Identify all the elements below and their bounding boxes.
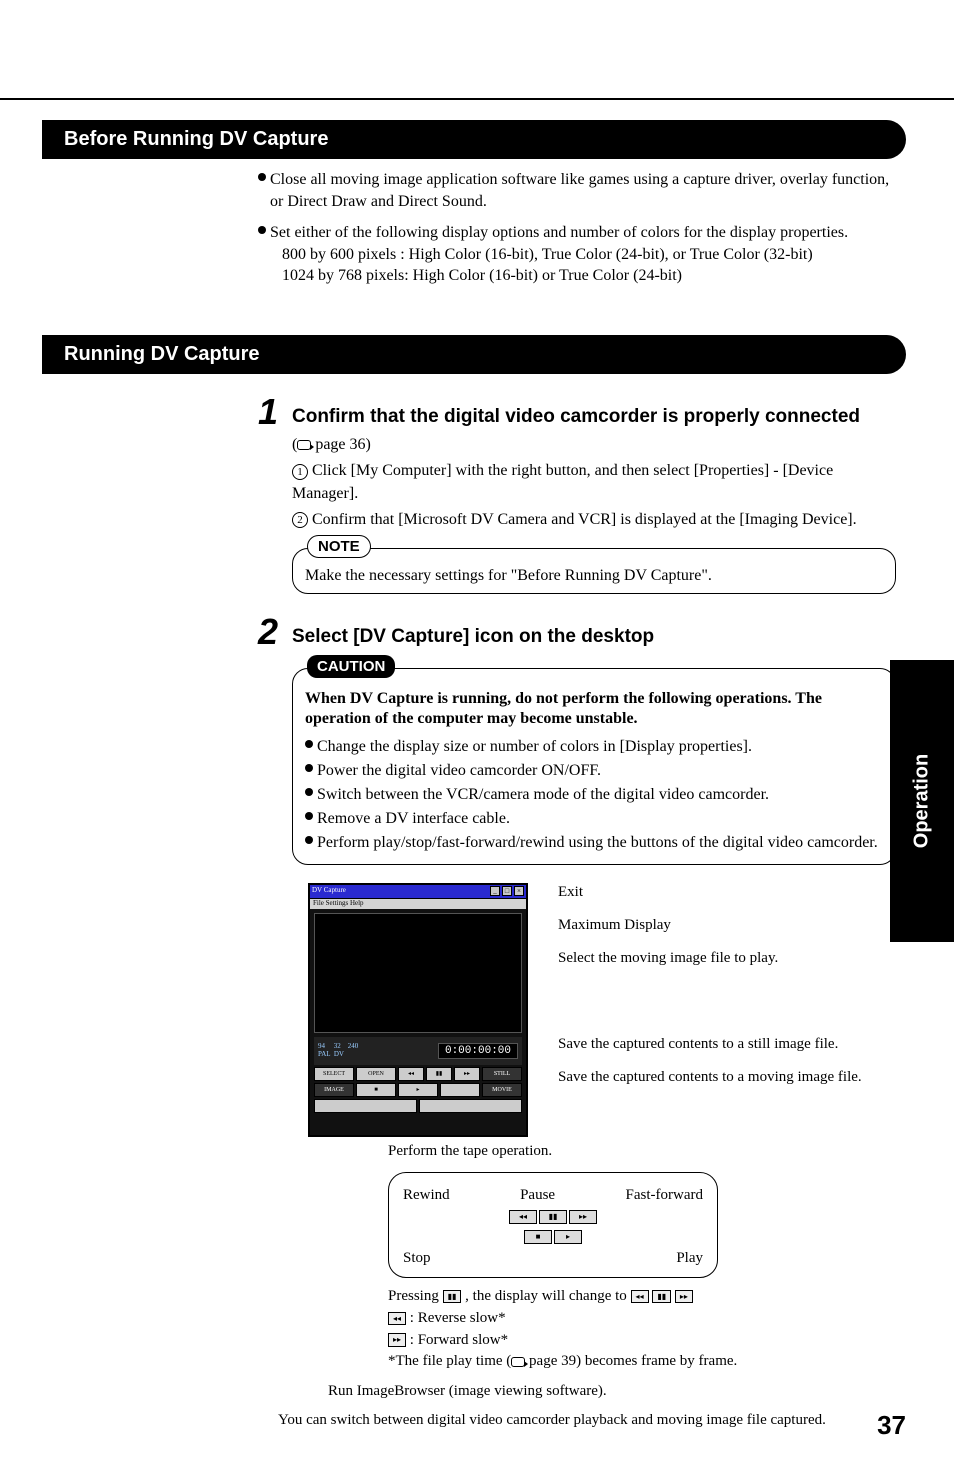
circled-1-icon: 1 bbox=[292, 464, 308, 480]
status-values: 94 32 240 PAL DV bbox=[318, 1043, 358, 1058]
ff-inline-icon: ▸▸ bbox=[675, 1290, 693, 1304]
caution-item: Perform play/stop/fast-forward/rewind us… bbox=[317, 832, 883, 854]
step-number-2: 2 bbox=[258, 614, 292, 650]
page-ref-icon bbox=[511, 1357, 525, 1367]
spacer-button bbox=[440, 1083, 480, 1097]
perform-tape-label: Perform the tape operation. bbox=[388, 1143, 906, 1160]
reverse-slow-label: : Reverse slow* bbox=[406, 1310, 506, 1326]
caution-item: Change the display size or number of col… bbox=[317, 736, 883, 758]
callout-exit: Exit bbox=[558, 883, 906, 902]
tape-rewind-icon: ◂◂ bbox=[509, 1210, 537, 1224]
caution-item: Power the digital video camcorder ON/OFF… bbox=[317, 760, 883, 782]
tape-operation-box: Rewind Pause Fast-forward ◂◂ ▮▮ ▸▸ ■ ▸ S… bbox=[388, 1172, 718, 1278]
ff-inline-icon: ▸▸ bbox=[388, 1333, 406, 1347]
tape-pause-icon: ▮▮ bbox=[539, 1210, 567, 1224]
frame-note-b: page 39) becomes frame by frame. bbox=[525, 1353, 737, 1369]
play-button[interactable]: ▸ bbox=[398, 1083, 438, 1097]
window-title: DV Capture bbox=[312, 886, 346, 894]
callout-save-still: Save the captured contents to a still im… bbox=[558, 1035, 906, 1054]
frame-note-a: *The file play time ( bbox=[388, 1353, 511, 1369]
footer-button[interactable] bbox=[419, 1099, 522, 1113]
pause-button[interactable]: ▮▮ bbox=[426, 1067, 452, 1081]
tape-ff-icon: ▸▸ bbox=[569, 1210, 597, 1224]
rew-inline-icon: ◂◂ bbox=[631, 1290, 649, 1304]
sub-line: 1024 by 768 pixels: High Color (16-bit) … bbox=[282, 265, 896, 287]
pause-inline-icon: ▮▮ bbox=[443, 1290, 462, 1304]
bullet-item: Close all moving image application softw… bbox=[258, 169, 896, 212]
tape-stop-label: Stop bbox=[403, 1250, 431, 1267]
side-tab-label: Operation bbox=[911, 754, 934, 848]
tape-play-label: Play bbox=[676, 1250, 703, 1267]
page-ref-icon bbox=[297, 440, 311, 450]
dv-capture-window: DV Capture _ □ × File Settings Help 94 3… bbox=[308, 883, 528, 1137]
bullet-text: Set either of the following display opti… bbox=[270, 222, 896, 244]
run-imagebrowser-text: Run ImageBrowser (image viewing software… bbox=[328, 1383, 906, 1400]
circled-2-icon: 2 bbox=[292, 512, 308, 528]
select-button[interactable]: SELECT bbox=[314, 1067, 354, 1081]
stop-button[interactable]: ■ bbox=[356, 1083, 396, 1097]
section-header-before: Before Running DV Capture bbox=[42, 120, 906, 159]
bullet-item: Set either of the following display opti… bbox=[258, 222, 896, 287]
note-box: NOTE Make the necessary settings for "Be… bbox=[292, 548, 896, 594]
maximize-button[interactable]: □ bbox=[502, 886, 512, 896]
note-text: Make the necessary settings for "Before … bbox=[305, 567, 883, 585]
page-number: 37 bbox=[877, 1410, 906, 1441]
caution-item: Switch between the VCR/camera mode of th… bbox=[317, 784, 883, 806]
step1-sub1: Click [My Computer] with the right butto… bbox=[292, 462, 833, 501]
pressing-text-b: , the display will change to bbox=[461, 1288, 630, 1304]
page-ref-text: page 36) bbox=[311, 436, 371, 453]
switch-note-text: You can switch between digital video cam… bbox=[278, 1412, 906, 1429]
rewind-button[interactable]: ◂◂ bbox=[398, 1067, 424, 1081]
open-button[interactable]: OPEN bbox=[356, 1067, 396, 1081]
minimize-button[interactable]: _ bbox=[490, 886, 500, 896]
forward-slow-label: : Forward slow* bbox=[406, 1332, 508, 1348]
movie-capture-button[interactable]: MOVIE CAPTURE bbox=[482, 1083, 522, 1097]
bullet-text: Close all moving image application softw… bbox=[270, 169, 896, 212]
tape-ff-label: Fast-forward bbox=[626, 1187, 703, 1204]
tape-play-icon: ▸ bbox=[554, 1230, 582, 1244]
note-label: NOTE bbox=[307, 535, 371, 558]
caution-item: Remove a DV interface cable. bbox=[317, 808, 883, 830]
rew-inline-icon: ◂◂ bbox=[388, 1312, 406, 1326]
window-titlebar: DV Capture _ □ × bbox=[310, 885, 526, 899]
menu-bar[interactable]: File Settings Help bbox=[310, 899, 526, 909]
ff-button[interactable]: ▸▸ bbox=[454, 1067, 480, 1081]
callout-select-file: Select the moving image file to play. bbox=[558, 949, 906, 968]
caution-label: CAUTION bbox=[307, 655, 395, 678]
step1-sub2: Confirm that [Microsoft DV Camera and VC… bbox=[312, 511, 857, 528]
step-title-2: Select [DV Capture] icon on the desktop bbox=[292, 626, 654, 648]
section-header-running: Running DV Capture bbox=[42, 335, 906, 374]
pressing-text-a: Pressing bbox=[388, 1288, 443, 1304]
caution-intro: When DV Capture is running, do not perfo… bbox=[305, 689, 883, 731]
still-capture-button[interactable]: STILL CAPTURE bbox=[482, 1067, 522, 1081]
tape-stop-icon: ■ bbox=[524, 1230, 552, 1244]
callout-save-movie: Save the captured contents to a moving i… bbox=[558, 1068, 906, 1087]
close-button[interactable]: × bbox=[514, 886, 524, 896]
caution-box: CAUTION When DV Capture is running, do n… bbox=[292, 668, 896, 866]
pause-inline-icon: ▮▮ bbox=[652, 1290, 671, 1304]
step-title-1: Confirm that the digital video camcorder… bbox=[292, 406, 860, 428]
tape-pause-label: Pause bbox=[520, 1187, 555, 1204]
step-number-1: 1 bbox=[258, 394, 292, 430]
footer-button[interactable] bbox=[314, 1099, 417, 1113]
tape-rewind-label: Rewind bbox=[403, 1187, 450, 1204]
horizontal-rule bbox=[0, 98, 954, 100]
sub-line: 800 by 600 pixels : High Color (16-bit),… bbox=[282, 244, 896, 266]
timecode-display: 0:00:00:00 bbox=[438, 1043, 518, 1059]
status-bar: 94 32 240 PAL DV 0:00:00:00 bbox=[314, 1037, 522, 1065]
callout-maximum: Maximum Display bbox=[558, 916, 906, 935]
video-viewport bbox=[314, 913, 522, 1033]
image-browser-button[interactable]: IMAGE BROWSER bbox=[314, 1083, 354, 1097]
side-tab-operation: Operation bbox=[890, 660, 954, 942]
